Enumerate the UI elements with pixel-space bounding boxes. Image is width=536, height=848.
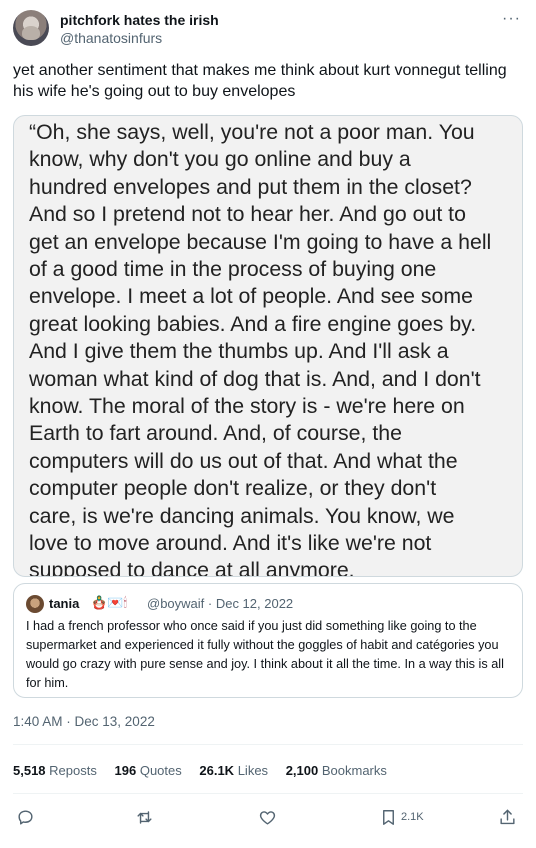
image-text-line: woman what kind of dog that is. And, and… <box>29 366 481 391</box>
reply-icon <box>18 809 33 825</box>
reposts-count: 5,518 <box>13 763 46 778</box>
repost-button[interactable] <box>135 806 154 828</box>
bookmark-icon <box>383 809 394 825</box>
action-bar: 2.1K <box>13 806 523 828</box>
image-text-line: of a good time in the process of buying … <box>29 257 437 281</box>
tweet-image[interactable]: “Oh, she says, well, you're not a poor m… <box>13 115 523 577</box>
image-text-line: Earth to fart around. And, of course, th… <box>29 421 402 446</box>
share-icon <box>500 809 515 824</box>
image-text-line: hundred envelopes and put them in the cl… <box>29 174 472 199</box>
divider <box>13 744 523 745</box>
quotes-label: Quotes <box>139 763 182 778</box>
image-text-line: great looking babies. And a fire engine … <box>29 311 477 336</box>
quotes-count: 196 <box>114 763 137 778</box>
bookmarks-label: Bookmarks <box>321 763 387 778</box>
tweet-header: pitchfork hates the irish @thanatosinfur… <box>13 10 523 46</box>
bookmark-count: 2.1K <box>401 811 424 823</box>
quotes-stat[interactable]: 196 Quotes <box>115 763 182 778</box>
author-avatar[interactable] <box>13 10 49 46</box>
repost-icon <box>137 810 152 824</box>
heart-icon <box>259 810 276 825</box>
engagement-stats: 5,518 Reposts 196 Quotes 26.1K Likes 2,1… <box>13 763 401 778</box>
quoted-tweet[interactable]: tania 🪆💌🕯 @boywaif · Dec 12, 2022 I had … <box>13 583 523 698</box>
bookmarks-stat[interactable]: 2,100 Bookmarks <box>286 763 387 778</box>
image-text-line: know. The moral of the story is - we're … <box>29 394 465 418</box>
image-text-line: computers will do us out of that. And wh… <box>29 448 458 473</box>
author-name[interactable]: pitchfork hates the irish <box>60 12 219 28</box>
more-options-icon[interactable]: ··· <box>502 10 521 28</box>
image-text-line: envelope. I meet a lot of people. And se… <box>29 284 473 309</box>
reposts-stat[interactable]: 5,518 Reposts <box>13 763 97 778</box>
tweet-timestamp[interactable]: 1:40 AM · Dec 13, 2022 <box>13 714 155 729</box>
image-text-line: care, is we're dancing animals. You know… <box>29 503 455 528</box>
author-handle[interactable]: @thanatosinfurs <box>60 30 162 46</box>
quoted-tweet-text: I had a french professor who once said i… <box>26 619 504 690</box>
share-button[interactable] <box>498 806 517 828</box>
image-text-line: know, why don't you go online and buy a <box>29 147 411 172</box>
quoted-author-emojis: 🪆💌🕯 <box>91 595 128 610</box>
likes-count: 26.1K <box>199 763 235 778</box>
image-text-line: And I give them the thumbs up. And I'll … <box>29 339 449 364</box>
image-text-line: supposed to dance at all anymore. <box>29 558 355 577</box>
tweet-text: yet another sentiment that makes me thin… <box>13 62 507 100</box>
reposts-label: Reposts <box>49 763 97 778</box>
bookmarks-count: 2,100 <box>285 763 319 778</box>
like-button[interactable] <box>258 806 277 828</box>
image-text-line: get an envelope because I'm going to hav… <box>29 229 492 254</box>
image-text-line: And so I pretend not to hear her. And go… <box>29 202 466 227</box>
quoted-author-name[interactable]: tania <box>49 596 79 611</box>
image-text-line: love to move around. And it's like we're… <box>29 531 432 555</box>
divider <box>13 793 523 794</box>
image-text-line: computer people don't realize, or they d… <box>29 476 437 501</box>
quoted-handle-date: @boywaif · Dec 12, 2022 <box>147 596 294 611</box>
reply-button[interactable] <box>16 806 35 828</box>
quoted-avatar[interactable] <box>26 595 44 613</box>
image-text-line: “Oh, she says, well, you're not a poor m… <box>29 120 475 144</box>
likes-label: Likes <box>237 763 269 778</box>
likes-stat[interactable]: 26.1K Likes <box>199 763 268 778</box>
bookmark-button[interactable]: 2.1K <box>379 806 424 828</box>
